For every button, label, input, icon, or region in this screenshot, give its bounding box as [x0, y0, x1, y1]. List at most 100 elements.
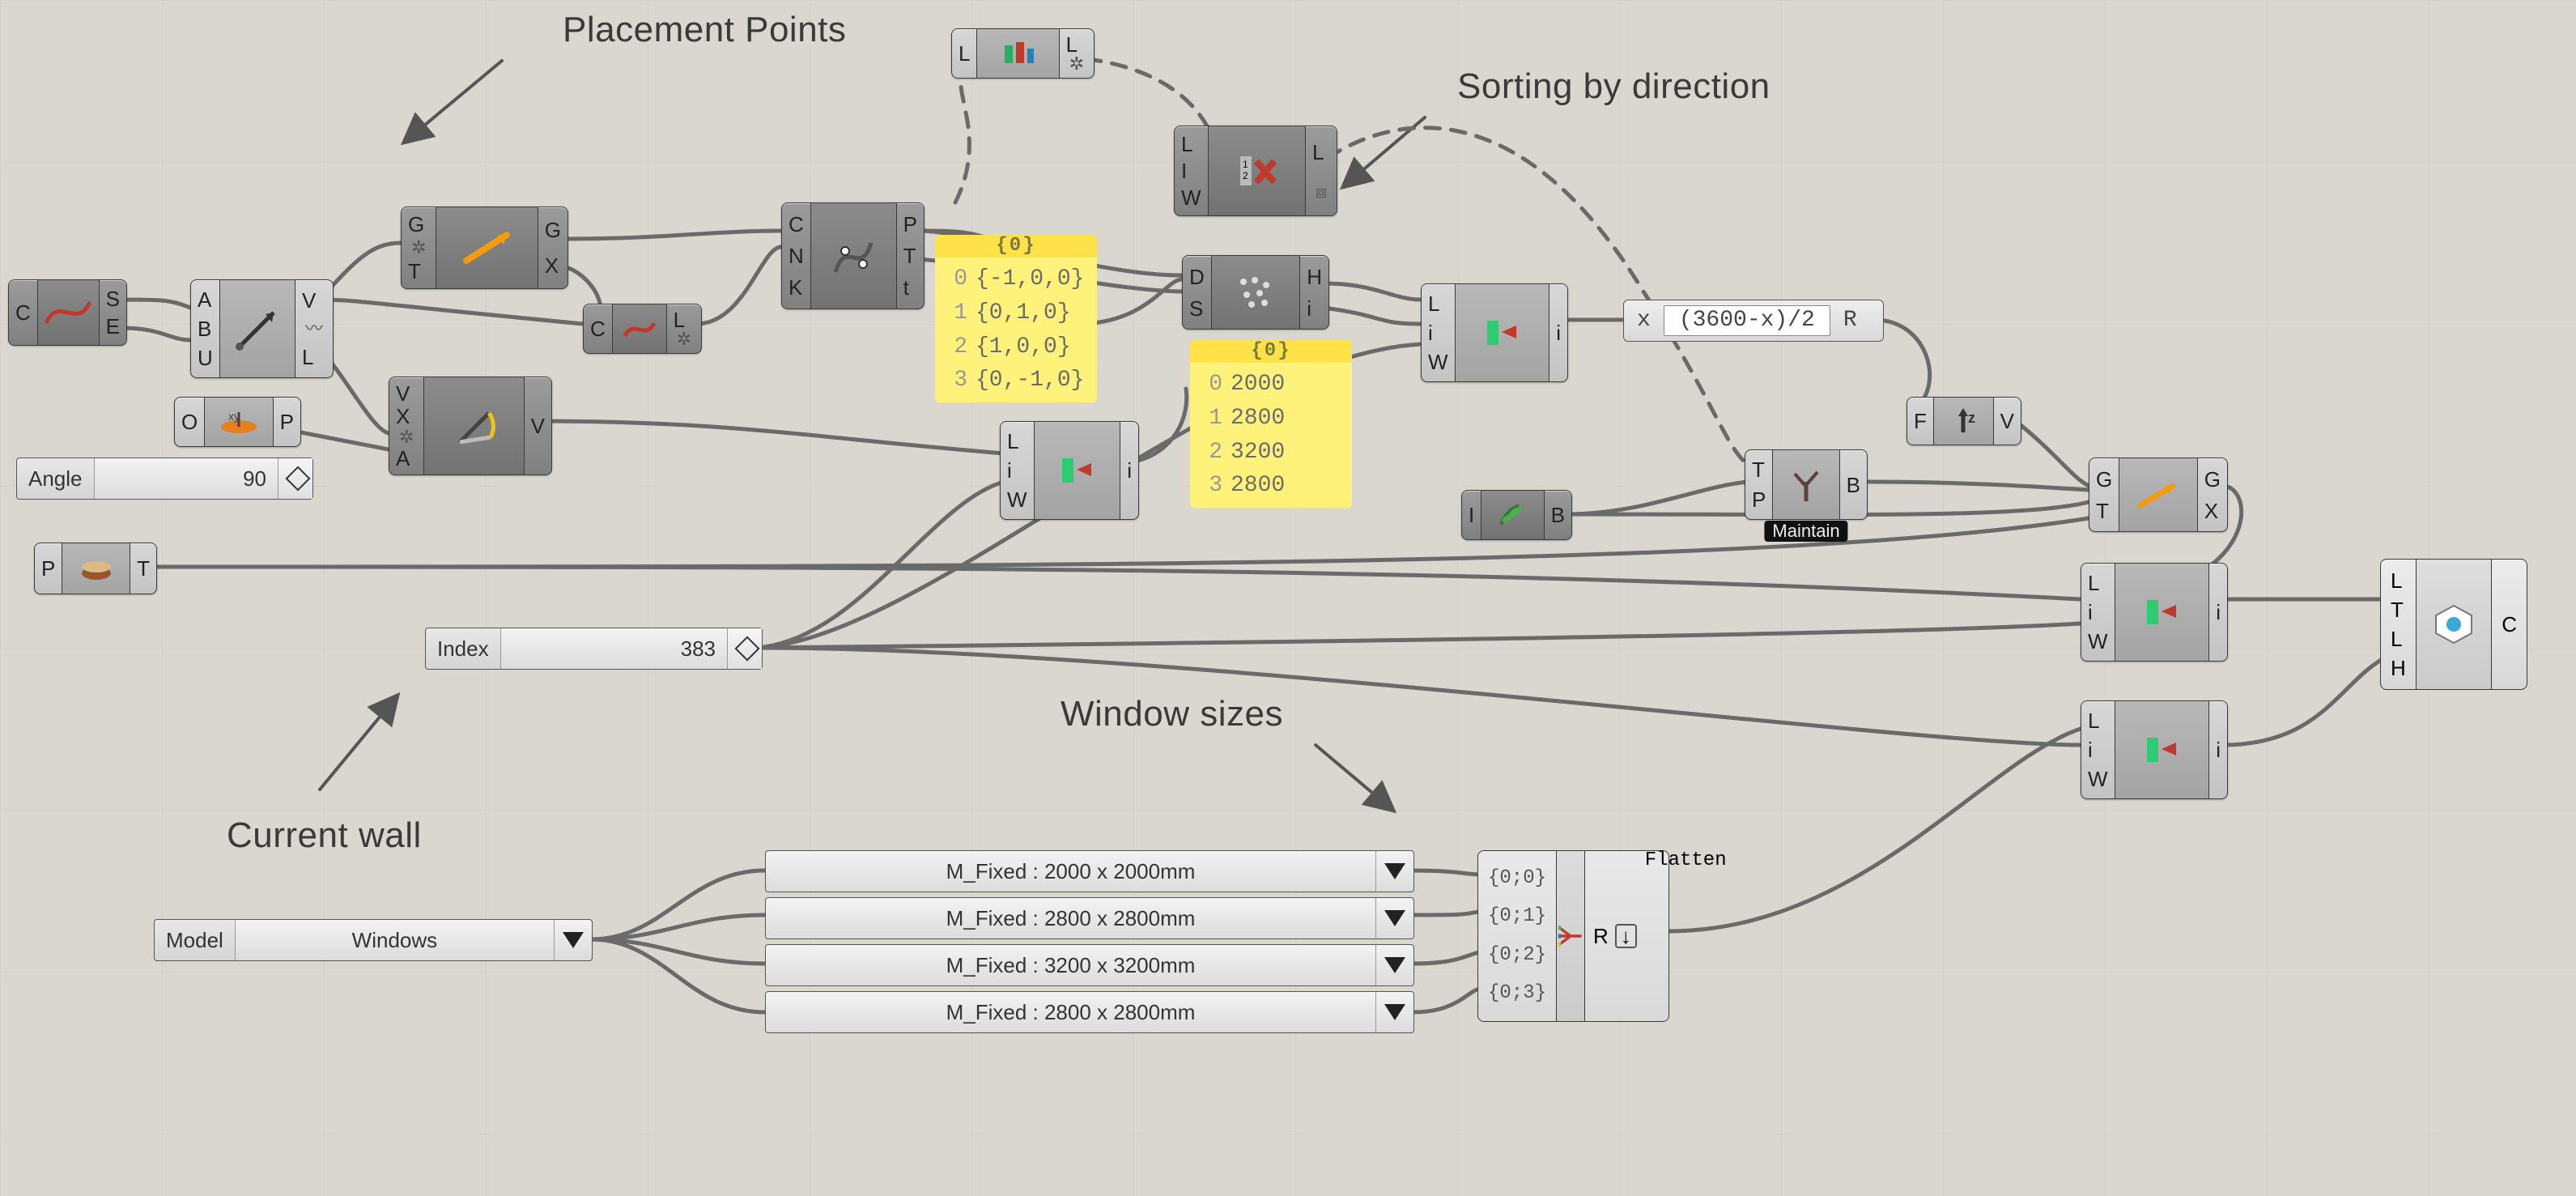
graft-icon: ✲ — [408, 239, 429, 257]
slider-label: Index — [426, 628, 501, 669]
port-in: C — [15, 302, 31, 323]
panel-header: {0} — [1190, 340, 1352, 363]
node-graft-top[interactable]: L L✲ — [951, 28, 1095, 79]
port-out: E — [106, 316, 120, 337]
port: P — [1752, 489, 1766, 510]
port: H — [2391, 658, 2406, 679]
slider-value: 90 — [95, 468, 278, 489]
svg-text:z: z — [1968, 410, 1975, 426]
expression-text[interactable]: (3600-x)/2 — [1664, 305, 1830, 336]
port: X — [396, 406, 417, 427]
node-list-item-2[interactable]: LiW i — [1421, 283, 1568, 382]
node-list-item-4[interactable]: LiW i — [2081, 700, 2228, 799]
panel-row-value: {-1,0,0} — [976, 264, 1084, 295]
chevron-down-icon[interactable] — [1375, 945, 1413, 985]
dropdown-window-type-3[interactable]: M_Fixed : 2800 x 2800mm — [765, 991, 1414, 1033]
chevron-down-icon[interactable] — [1375, 851, 1413, 892]
panel-row-index: 1 — [943, 298, 967, 329]
node-list-item-3[interactable]: LiW i — [2081, 563, 2228, 662]
port: B — [1847, 475, 1860, 496]
port: i — [1127, 460, 1132, 481]
panel-header: {0} — [935, 235, 1097, 258]
node-tree-branch[interactable]: TP B Maintain — [1745, 449, 1868, 520]
dropdown-value: M_Fixed : 2800 x 2800mm — [766, 908, 1375, 929]
port: H — [1307, 266, 1322, 287]
chevron-down-icon[interactable] — [1375, 898, 1413, 938]
panel-row-index: 0 — [1198, 369, 1222, 400]
port: T — [408, 261, 429, 282]
dropdown-value: M_Fixed : 3200 x 3200mm — [766, 955, 1375, 976]
node-unit-z[interactable]: F z V — [1906, 397, 2021, 445]
dropdown-model[interactable]: Model Windows — [154, 919, 593, 961]
panel-row-value: {1,0,0} — [976, 332, 1071, 363]
port: R — [1593, 926, 1609, 947]
port: L — [302, 347, 326, 368]
node-curve[interactable]: C SE — [8, 279, 127, 346]
panel-row-value: 2800 — [1231, 470, 1285, 501]
port: B — [198, 318, 213, 339]
slider-label: Angle — [17, 458, 95, 499]
port-out: S — [106, 288, 120, 309]
port: O — [181, 411, 198, 432]
node-tree-stump[interactable]: P T — [34, 543, 157, 594]
port: T — [2096, 500, 2112, 521]
port: V — [2000, 411, 2014, 432]
dropdown-window-type-0[interactable]: M_Fixed : 2000 x 2000mm — [765, 850, 1414, 892]
port: A — [396, 448, 417, 469]
panel-row-index: 3 — [943, 365, 967, 396]
graft-icon: ✲ — [1066, 55, 1087, 73]
svg-text:xy: xy — [228, 410, 240, 423]
port: W — [1007, 489, 1027, 510]
panel-sizes[interactable]: {0} 02000 12800 23200 32800 — [1190, 340, 1352, 508]
port: L — [959, 43, 970, 64]
dropdown-value: M_Fixed : 2800 x 2800mm — [766, 1002, 1375, 1023]
node-label: Maintain — [1764, 521, 1847, 542]
simplify-icon: ⧈ — [1312, 183, 1330, 201]
node-vec2pt[interactable]: ABU V 〰 L — [190, 279, 334, 378]
node-entwine[interactable]: {0;0} {0;1} {0;2} {0;3} R↓ Flatten — [1477, 850, 1669, 1022]
port: P — [41, 558, 55, 579]
dropdown-window-type-2[interactable]: M_Fixed : 3200 x 3200mm — [765, 944, 1414, 986]
chevron-down-icon[interactable] — [1375, 992, 1413, 1032]
node-expression[interactable]: x (3600-x)/2 R — [1623, 300, 1884, 342]
chevron-down-icon[interactable] — [554, 920, 592, 960]
slider-handle-icon[interactable] — [285, 466, 310, 491]
port: V — [302, 290, 326, 311]
panel-directions[interactable]: {0} 0{-1,0,0} 1{0,1,0} 2{1,0,0} 3{0,-1,0… — [935, 235, 1097, 402]
port: i — [2216, 739, 2221, 760]
graft-icon: ✲ — [396, 428, 417, 446]
annot-window-sizes: Window sizes — [1061, 696, 1283, 732]
panel-row-value: 2000 — [1231, 369, 1285, 400]
node-list-item-1[interactable]: LiW i — [1000, 421, 1139, 520]
port: L — [2088, 572, 2108, 594]
node-add-hosted-component[interactable]: LTLH C — [2380, 559, 2527, 690]
node-xyplane[interactable]: O xy P — [174, 397, 301, 447]
node-cull-index[interactable]: LIW 12 L⧈ — [1174, 126, 1337, 216]
node-flip-curve[interactable]: C L✲ — [583, 304, 702, 354]
node-rotate-vector[interactable]: VX✲A V — [389, 377, 552, 475]
branch-key: {0;1} — [1488, 907, 1546, 926]
port: P — [903, 214, 917, 235]
port: A — [198, 289, 213, 310]
node-sort[interactable]: DS Hi — [1182, 255, 1329, 330]
dropdown-value: Windows — [236, 930, 554, 951]
port: t — [903, 277, 917, 298]
port: W — [1428, 351, 1448, 372]
reparam-icon: 〰 — [302, 320, 326, 338]
slider-angle[interactable]: Angle 90 — [16, 458, 313, 500]
port: L — [1181, 134, 1201, 155]
slider-handle-icon[interactable] — [734, 636, 759, 661]
node-divide[interactable]: G✲T GX — [401, 206, 568, 289]
port: G — [545, 219, 561, 240]
annot-current-wall: Current wall — [227, 818, 422, 853]
panel-row-index: 1 — [1198, 403, 1222, 434]
slider-index[interactable]: Index 383 — [425, 628, 763, 670]
port: T — [2391, 599, 2406, 620]
branch-key: {0;2} — [1488, 946, 1546, 965]
port: U — [198, 347, 213, 368]
branch-key: {0;3} — [1488, 984, 1546, 1003]
dropdown-window-type-1[interactable]: M_Fixed : 2800 x 2800mm — [765, 897, 1414, 939]
node-eval-curve[interactable]: CNK PTt — [781, 202, 925, 309]
node-move[interactable]: GT GX — [2089, 458, 2228, 532]
node-graft-leaf[interactable]: I B — [1461, 490, 1572, 540]
